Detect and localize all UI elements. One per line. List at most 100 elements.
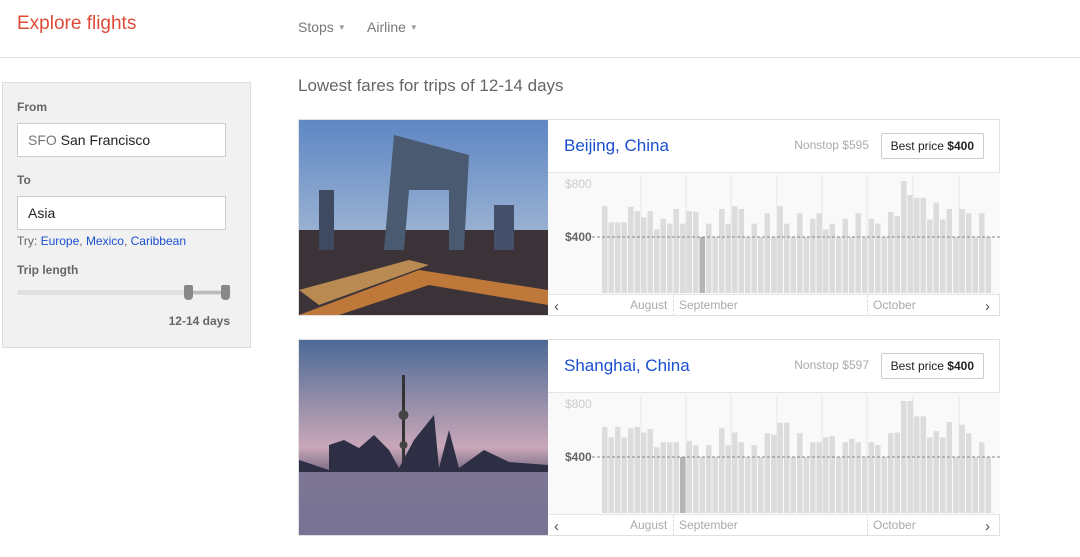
fare-bar (933, 202, 939, 293)
app-title[interactable]: Explore flights (17, 13, 136, 35)
fare-bar (712, 237, 718, 293)
fare-bar (654, 229, 660, 293)
y-tick-label: $800 (565, 397, 592, 411)
search-panel: From SFO San Francisco To Asia Try: Euro… (2, 82, 251, 348)
fare-bar (602, 426, 608, 513)
best-price-value: $400 (947, 359, 974, 373)
fare-bar (641, 217, 647, 293)
fare-bar (660, 218, 666, 293)
fare-bar (634, 426, 640, 513)
fare-bar (771, 237, 777, 293)
month-axis: ‹ August September October › (548, 294, 1000, 316)
month-label: August (630, 518, 668, 532)
fare-bar (855, 213, 861, 293)
fare-bar (686, 211, 692, 293)
fare-bar (842, 218, 848, 293)
fare-bar (680, 223, 686, 293)
fare-bar (647, 211, 653, 293)
slider-range (189, 291, 225, 294)
fare-bar (862, 237, 868, 293)
stops-filter[interactable]: Stops ▼ (298, 19, 346, 35)
fare-bar (888, 433, 894, 513)
fare-bar (823, 229, 829, 293)
fare-bar (894, 432, 900, 513)
fare-bar (888, 211, 894, 293)
fare-bar (966, 433, 972, 513)
fare-bar (602, 206, 608, 293)
fare-bar (699, 237, 705, 293)
fare-bar (849, 237, 855, 293)
fare-bar (972, 457, 978, 513)
fare-bar (719, 209, 725, 293)
fare-panel: Beijing, China Nonstop $595 Best price $… (548, 120, 1000, 316)
month-separator (673, 515, 674, 536)
fare-bar (751, 223, 757, 293)
chevron-right-icon[interactable]: › (985, 298, 990, 315)
fare-bar (673, 442, 679, 513)
chevron-left-icon[interactable]: ‹ (554, 298, 559, 315)
fare-bar (660, 442, 666, 513)
fare-bar (667, 442, 673, 513)
fare-bar (894, 216, 900, 293)
fare-bar (959, 424, 965, 513)
fare-bar (628, 206, 634, 293)
fare-bar (979, 442, 985, 513)
month-axis: ‹ August September October › (548, 514, 1000, 536)
fare-bar (706, 445, 712, 513)
from-input[interactable]: SFO San Francisco (17, 123, 226, 157)
fare-bar (946, 422, 952, 513)
month-separator (867, 295, 868, 316)
chevron-down-icon: ▼ (337, 23, 346, 32)
slider-max-handle[interactable] (221, 285, 230, 300)
suggestion-europe[interactable]: Europe (41, 234, 80, 248)
destination-card[interactable]: Beijing, China Nonstop $595 Best price $… (298, 119, 1000, 316)
fare-bar (784, 223, 790, 293)
fare-bar (797, 433, 803, 513)
destination-card[interactable]: Shanghai, China Nonstop $597 Best price … (298, 339, 1000, 536)
fare-bar (849, 438, 855, 513)
fare-bar (979, 213, 985, 293)
suggestion-caribbean[interactable]: Caribbean (131, 234, 186, 248)
slider-min-handle[interactable] (184, 285, 193, 300)
suggestion-mexico[interactable]: Mexico (86, 234, 124, 248)
fare-bar (719, 428, 725, 513)
shanghai-photo (299, 340, 548, 535)
fare-bar (868, 442, 874, 513)
fare-bar (972, 237, 978, 293)
best-price-button[interactable]: Best price $400 (880, 353, 984, 379)
nonstop-price: Nonstop $597 (794, 358, 869, 372)
fare-bar (725, 445, 731, 513)
fare-panel: Shanghai, China Nonstop $597 Best price … (548, 340, 1000, 536)
fare-bar (875, 445, 881, 513)
fare-bar (621, 437, 627, 513)
fare-bar (608, 437, 614, 513)
from-city: San Francisco (60, 132, 151, 148)
airline-filter[interactable]: Airline ▼ (367, 19, 418, 35)
chevron-left-icon[interactable]: ‹ (554, 518, 559, 535)
fare-bar (907, 195, 913, 293)
fare-bar (790, 237, 796, 293)
chevron-right-icon[interactable]: › (985, 518, 990, 535)
month-label: September (679, 518, 738, 532)
to-label: To (17, 173, 31, 187)
nonstop-price: Nonstop $595 (794, 138, 869, 152)
from-code: SFO (28, 132, 57, 148)
trip-length-value: 12-14 days (168, 314, 230, 328)
destination-name[interactable]: Shanghai, China (564, 356, 690, 376)
suggestions: Try: Europe, Mexico, Caribbean (17, 234, 186, 248)
fare-bar (764, 213, 770, 293)
best-price-button[interactable]: Best price $400 (880, 133, 984, 159)
destination-name[interactable]: Beijing, China (564, 136, 669, 156)
to-value: Asia (28, 205, 56, 221)
fare-chart: $800 $400 (548, 392, 1000, 514)
fare-bar (745, 237, 751, 293)
to-input[interactable]: Asia (17, 196, 226, 230)
fare-bar (829, 436, 835, 513)
fare-bar (914, 416, 920, 513)
fare-bar (777, 206, 783, 293)
month-label: October (873, 518, 916, 532)
fare-bar (927, 437, 933, 513)
month-label: September (679, 298, 738, 312)
fare-bar (777, 422, 783, 513)
fare-bar (927, 219, 933, 293)
